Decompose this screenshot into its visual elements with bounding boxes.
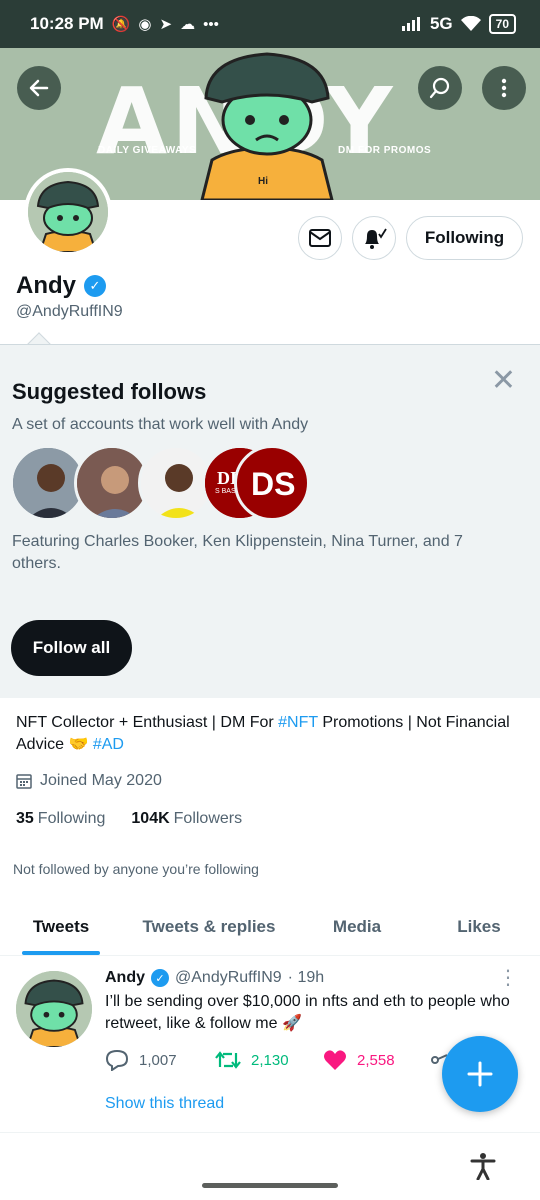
hashtag-link[interactable]: #AD: [93, 736, 124, 753]
message-button[interactable]: [298, 216, 342, 260]
tab-tweets-replies[interactable]: Tweets & replies: [122, 898, 296, 955]
search-button[interactable]: [418, 66, 462, 110]
back-button[interactable]: [17, 66, 61, 110]
tab-tweets[interactable]: Tweets: [0, 898, 122, 955]
following-button[interactable]: Following: [406, 216, 523, 260]
avatar-character: [16, 971, 92, 1047]
telegram-icon: ➤: [159, 16, 173, 33]
show-thread-link[interactable]: Show this thread: [105, 1095, 224, 1113]
wifi-icon: [460, 16, 481, 31]
messenger-icon: ◉: [138, 16, 152, 33]
more-notifications-icon: •••: [203, 15, 219, 33]
bell-check-icon: [365, 228, 387, 249]
profile-avatar[interactable]: [24, 168, 112, 256]
accessibility-icon[interactable]: [470, 1152, 496, 1185]
home-indicator[interactable]: [202, 1183, 338, 1188]
tab-likes[interactable]: Likes: [418, 898, 540, 955]
heart-icon: [324, 1050, 346, 1070]
more-options-button[interactable]: [482, 66, 526, 110]
active-tab-indicator: [22, 951, 100, 955]
verified-badge-icon: ✓: [151, 969, 169, 987]
status-time: 10:28 PM: [30, 14, 104, 33]
banner-shirt-text: Hi: [258, 176, 268, 187]
suggested-featuring-text: Featuring Charles Booker, Ken Klippenste…: [12, 533, 463, 572]
cloud-icon: ☁: [180, 16, 196, 33]
suggested-title: Suggested follows: [12, 379, 207, 404]
suggested-subtitle: A set of accounts that work well with An…: [12, 416, 309, 433]
tab-media[interactable]: Media: [296, 898, 418, 955]
battery-indicator: 70: [488, 14, 516, 34]
profile-bio: NFT Collector + Enthusiast | DM For #NFT…: [16, 714, 510, 753]
notifications-button[interactable]: [352, 216, 396, 260]
like-button[interactable]: 2,558: [323, 1049, 431, 1071]
reply-button[interactable]: 1,007: [105, 1049, 215, 1071]
avatar-character: [28, 172, 108, 252]
plus-icon: [467, 1061, 493, 1087]
profile-tabs: Tweets Tweets & replies Media Likes: [0, 898, 540, 956]
tweet-avatar[interactable]: [16, 971, 92, 1047]
hashtag-link[interactable]: #NFT: [278, 714, 318, 731]
tweet-more-icon[interactable]: ⋮: [498, 965, 518, 990]
tweet-text: I’ll be sending over $10,000 in nfts and…: [105, 993, 510, 1032]
compose-tweet-button[interactable]: [442, 1036, 518, 1112]
retweet-icon: [215, 1051, 241, 1069]
follow-counts: 35 Following 104K Followers: [16, 810, 242, 828]
search-icon: [429, 77, 450, 99]
close-icon[interactable]: ✕: [491, 363, 516, 398]
mute-icon: 🔕: [111, 16, 131, 33]
profile-name: Andy: [16, 272, 76, 299]
not-followed-text: Not followed by anyone you’re following: [13, 861, 259, 877]
suggested-avatars[interactable]: DIANA S BASKETBALL DS: [10, 445, 310, 521]
suggested-follows-panel: Suggested follows A set of accounts that…: [0, 344, 540, 698]
following-count-link[interactable]: 35 Following: [16, 810, 105, 828]
retweet-button[interactable]: 2,130: [215, 1049, 323, 1071]
followers-count-link[interactable]: 104K Followers: [131, 810, 242, 828]
vertical-dots-icon: [501, 78, 507, 98]
network-type: 5G: [429, 14, 453, 33]
reply-icon: [105, 1049, 129, 1071]
calendar-icon: [16, 774, 32, 789]
envelope-icon: [309, 229, 331, 247]
banner-right-text: DM FOR PROMOS: [338, 145, 432, 156]
signal-icon: [401, 17, 420, 31]
arrow-left-icon: [29, 79, 49, 97]
tweet-author-handle: @AndyRuffIN9: [175, 969, 282, 986]
suggested-avatar-ds[interactable]: DS: [234, 445, 310, 521]
joined-date: Joined May 2020: [16, 772, 162, 790]
verified-badge-icon: ✓: [84, 275, 106, 297]
follow-all-button[interactable]: Follow all: [11, 620, 132, 676]
banner-left-text: DAILY GIVEAWAYS: [98, 145, 197, 156]
status-bar: 10:28 PM 🔕 ◉ ➤ ☁ ••• 5G 70: [0, 0, 540, 48]
tweet-time: · 19h: [287, 969, 325, 986]
tweet-actions: 1,007 2,130 2,558: [105, 1049, 447, 1071]
tweet-author-name[interactable]: Andy: [105, 969, 145, 987]
profile-handle: @AndyRuffIN9: [16, 303, 123, 320]
